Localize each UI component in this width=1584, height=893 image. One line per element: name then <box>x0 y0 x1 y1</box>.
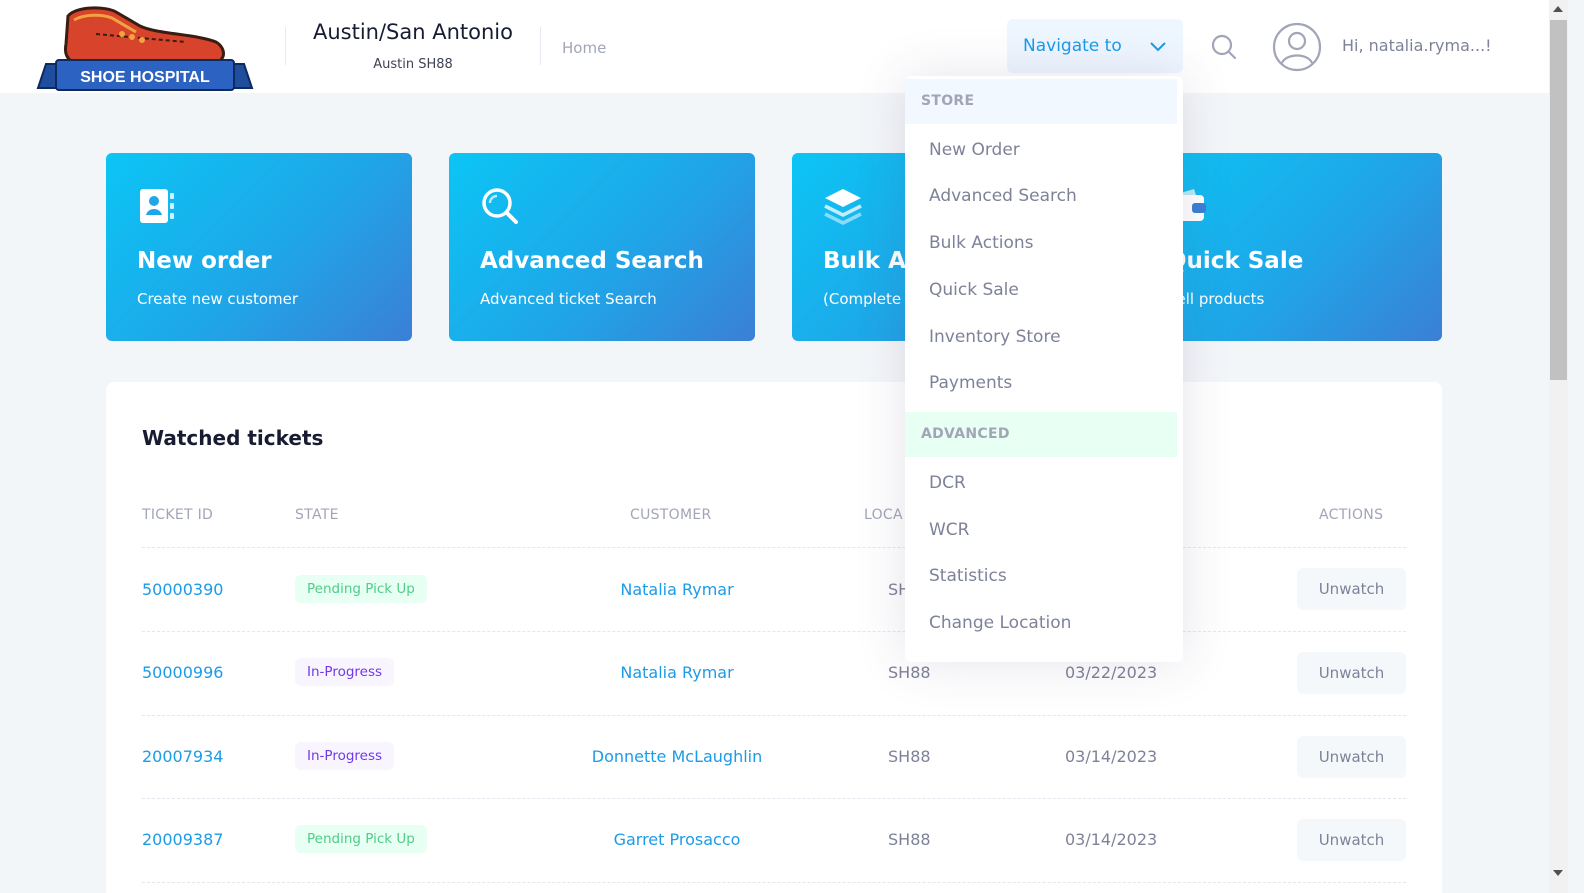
ticket-id-link[interactable]: 20007934 <box>142 747 223 766</box>
row-divider <box>142 631 1406 632</box>
menu-item-quick-sale[interactable]: Quick Sale <box>929 280 1019 300</box>
customer-link[interactable]: Garret Prosacco <box>527 830 827 849</box>
logo-text: SHOE HOSPITAL <box>80 69 210 86</box>
scrollbar-thumb[interactable] <box>1550 20 1567 380</box>
panel-title: Watched tickets <box>142 426 324 450</box>
watched-tickets-panel: Watched tickets TICKET ID STATE CUSTOMER… <box>106 382 1442 893</box>
store-code: Austin SH88 <box>373 57 453 72</box>
shoe-hospital-logo[interactable]: SHOE HOSPITAL <box>36 4 254 92</box>
search-icon[interactable] <box>1208 31 1240 63</box>
menu-item-dcr[interactable]: DCR <box>929 473 966 493</box>
card-title: New order <box>137 248 272 274</box>
scroll-up-arrow-icon[interactable] <box>1553 6 1563 12</box>
card-subtitle: Advanced ticket Search <box>480 290 657 308</box>
ticket-id-link[interactable]: 50000996 <box>142 663 223 682</box>
advanced-search-card[interactable]: Advanced Search Advanced ticket Search <box>449 153 755 341</box>
location-cell: SH88 <box>888 830 931 849</box>
page-scrollbar[interactable] <box>1549 0 1568 893</box>
layers-icon <box>824 189 862 225</box>
user-avatar-icon[interactable] <box>1272 22 1322 72</box>
user-greeting[interactable]: Hi, natalia.ryma...! <box>1342 36 1492 55</box>
header-divider <box>540 27 541 65</box>
column-header-state[interactable]: STATE <box>295 507 339 523</box>
card-subtitle: (Complete <box>823 290 902 308</box>
column-header-actions: ACTIONS <box>1319 507 1384 523</box>
ticket-id-link[interactable]: 20009387 <box>142 830 223 849</box>
navigate-dropdown-menu: STORE New Order Advanced Search Bulk Act… <box>905 76 1183 662</box>
scroll-down-arrow-icon[interactable] <box>1553 870 1563 876</box>
location-cell: SH88 <box>888 663 931 682</box>
status-badge: In-Progress <box>295 742 395 770</box>
card-title: Advanced Search <box>480 248 704 274</box>
unwatch-button[interactable]: Unwatch <box>1297 652 1406 694</box>
card-subtitle: Create new customer <box>137 290 299 308</box>
row-divider <box>142 882 1406 883</box>
navigate-to-button[interactable]: Navigate to <box>1007 19 1183 73</box>
date-cell: 03/22/2023 <box>1065 663 1158 682</box>
date-cell: 03/14/2023 <box>1065 830 1158 849</box>
navigate-to-label: Navigate to <box>1023 36 1122 56</box>
row-divider <box>142 547 1406 548</box>
row-divider <box>142 715 1406 716</box>
column-header-ticket-id[interactable]: TICKET ID <box>142 507 213 523</box>
menu-section-store: STORE <box>905 79 1177 124</box>
customer-link[interactable]: Natalia Rymar <box>527 663 827 682</box>
chevron-down-icon <box>1150 42 1166 52</box>
top-header: SHOE HOSPITAL Austin/San Antonio Austin … <box>0 0 1549 93</box>
status-badge: Pending Pick Up <box>295 825 427 853</box>
menu-item-advanced-search[interactable]: Advanced Search <box>929 186 1077 206</box>
customer-link[interactable]: Natalia Rymar <box>527 580 827 599</box>
menu-item-payments[interactable]: Payments <box>929 373 1012 393</box>
unwatch-button[interactable]: Unwatch <box>1297 819 1406 861</box>
card-title: Quick Sale <box>1167 248 1304 274</box>
breadcrumb-home[interactable]: Home <box>562 39 606 57</box>
menu-item-statistics[interactable]: Statistics <box>929 566 1007 586</box>
contact-book-icon <box>140 189 174 223</box>
row-divider <box>142 798 1406 799</box>
menu-item-wcr[interactable]: WCR <box>929 520 970 540</box>
unwatch-button[interactable]: Unwatch <box>1297 736 1406 778</box>
menu-item-inventory-store[interactable]: Inventory Store <box>929 327 1061 347</box>
store-name: Austin/San Antonio <box>312 20 513 44</box>
column-header-location[interactable]: LOCA <box>864 507 903 523</box>
status-badge: In-Progress <box>295 658 395 686</box>
search-icon <box>482 188 518 224</box>
ticket-id-link[interactable]: 50000390 <box>142 580 223 599</box>
menu-item-new-order[interactable]: New Order <box>929 140 1020 160</box>
menu-item-change-location[interactable]: Change Location <box>929 613 1071 633</box>
date-cell: 03/14/2023 <box>1065 747 1158 766</box>
unwatch-button[interactable]: Unwatch <box>1297 568 1406 610</box>
menu-item-bulk-actions[interactable]: Bulk Actions <box>929 233 1034 253</box>
customer-link[interactable]: Donnette McLaughlin <box>527 747 827 766</box>
location-cell: SH88 <box>888 747 931 766</box>
menu-section-advanced: ADVANCED <box>905 412 1177 457</box>
status-badge: Pending Pick Up <box>295 575 427 603</box>
new-order-card[interactable]: New order Create new customer <box>106 153 412 341</box>
column-header-customer[interactable]: CUSTOMER <box>630 507 712 523</box>
